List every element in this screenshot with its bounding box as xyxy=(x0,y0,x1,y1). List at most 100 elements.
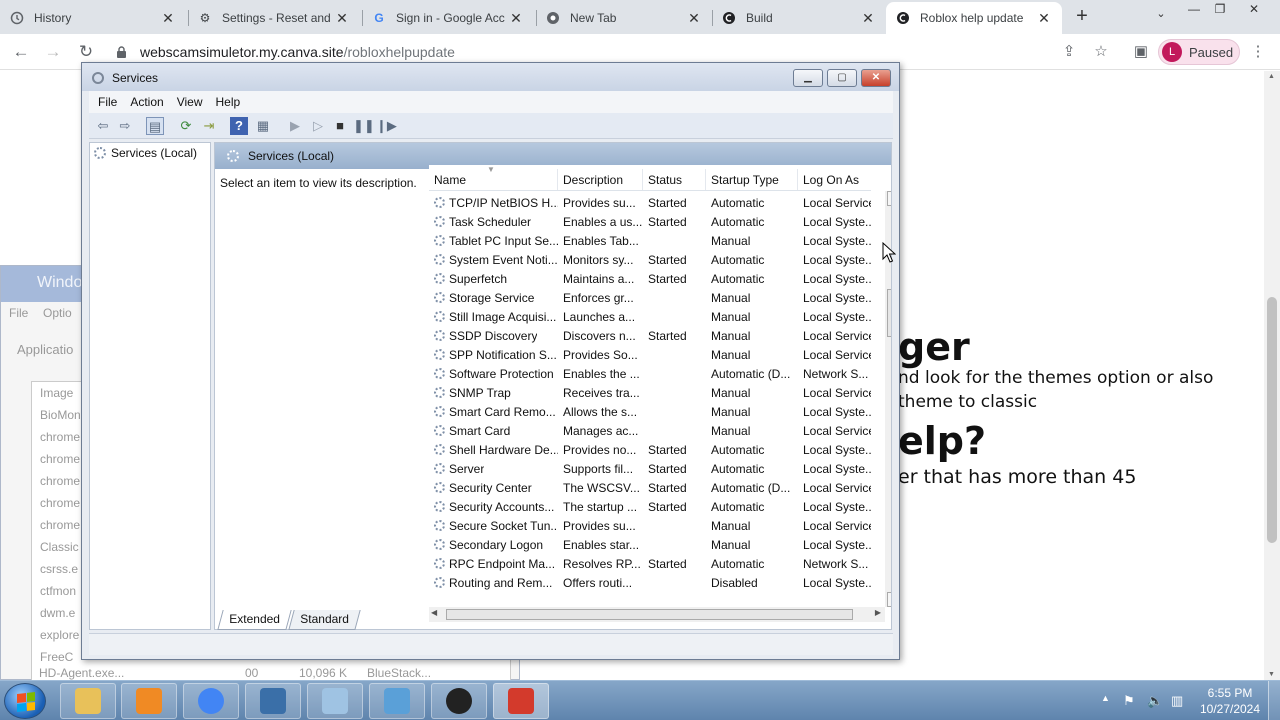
column-startup-type[interactable]: Startup Type xyxy=(706,169,798,190)
service-row[interactable]: Smart Card Manages ac... Manual Local Servi… xyxy=(429,421,871,440)
service-row[interactable]: Software Protection Enables the ... Automa… xyxy=(429,364,871,383)
close-tab-icon[interactable]: ✕ xyxy=(686,10,702,27)
menu-action[interactable]: Action xyxy=(130,95,163,109)
service-row[interactable]: SSDP Discovery Discovers n... Started Manua… xyxy=(429,326,871,345)
service-row[interactable]: SPP Notification S... Provides So... Manua… xyxy=(429,345,871,364)
show-desktop-button[interactable] xyxy=(1268,681,1280,720)
taskbar-obs-button[interactable] xyxy=(431,683,487,719)
tree-node-services-local[interactable]: Services (Local) xyxy=(94,146,197,160)
service-row[interactable]: SNMP Trap Receives tra... Manual Local Serv… xyxy=(429,383,871,402)
service-row[interactable]: Secondary Logon Enables star... Manual Loca… xyxy=(429,535,871,554)
more-menu-icon[interactable]: ⋮ xyxy=(1248,42,1268,62)
ghost-item: chrome xyxy=(40,496,81,510)
tab-standard[interactable]: Standard xyxy=(288,610,361,630)
window-restore-icon[interactable]: ❐ xyxy=(1207,2,1233,20)
taskbar-toolbox-button[interactable] xyxy=(493,683,549,719)
window-close-icon[interactable]: ✕ xyxy=(1241,2,1267,20)
service-row[interactable]: Task Scheduler Enables a us... Started Auto… xyxy=(429,212,871,231)
forward-icon[interactable]: → xyxy=(42,41,64,63)
show-hide-tree-icon[interactable]: ▤ xyxy=(146,117,164,135)
service-row[interactable]: Server Supports fil... Started Automatic Loc… xyxy=(429,459,871,478)
close-button[interactable]: ✕ xyxy=(861,69,891,87)
service-status: Started xyxy=(648,214,687,229)
column-status[interactable]: Status xyxy=(643,169,706,190)
tab-build[interactable]: Build ✕ xyxy=(712,2,886,34)
service-row[interactable]: Still Image Acquisi... Launches a... Manua… xyxy=(429,307,871,326)
services-title-bar[interactable]: Services ▁ ▢ ✕ xyxy=(82,63,899,91)
service-gear-icon xyxy=(434,292,445,303)
start-service-icon[interactable]: ▶ xyxy=(286,117,304,135)
help-icon[interactable]: ? xyxy=(230,117,248,135)
service-row[interactable]: TCP/IP NetBIOS H... Provides su... Started… xyxy=(429,193,871,212)
tab-settings[interactable]: ⚙ Settings - Reset and ✕ xyxy=(188,2,360,34)
scrollbar-thumb[interactable] xyxy=(1267,297,1277,543)
column-log-on-as[interactable]: Log On As xyxy=(798,169,871,190)
taskbar-chrome-button[interactable] xyxy=(183,683,239,719)
network-icon[interactable]: ▥ xyxy=(1171,693,1183,709)
pause-service-icon[interactable]: ❚❚ xyxy=(353,117,375,135)
side-panel-icon[interactable]: ▣ xyxy=(1131,42,1151,62)
maximize-button[interactable]: ▢ xyxy=(827,69,857,87)
close-tab-icon[interactable]: ✕ xyxy=(860,10,876,27)
stop-service-icon[interactable]: ■ xyxy=(331,117,349,135)
scroll-up-icon[interactable]: ▲ xyxy=(887,191,891,206)
ghost-item: FreeC xyxy=(40,650,74,664)
menu-help[interactable]: Help xyxy=(216,95,241,109)
tab-extended[interactable]: Extended xyxy=(217,610,292,630)
tab-search-icon[interactable]: ⌄ xyxy=(1150,7,1172,27)
service-row[interactable]: Security Center The WSCSV... Started Automa… xyxy=(429,478,871,497)
restart-service-icon[interactable]: ❙▶ xyxy=(376,117,397,135)
close-tab-icon[interactable]: ✕ xyxy=(334,10,350,27)
refresh-icon[interactable]: ⟳ xyxy=(177,117,195,135)
service-row[interactable]: Security Accounts... The startup ... Start… xyxy=(429,497,871,516)
start-button[interactable] xyxy=(4,683,46,719)
taskbar-notepad-button[interactable] xyxy=(307,683,363,719)
service-name-cell: Routing and Rem... xyxy=(429,576,558,590)
page-scrollbar[interactable]: ▲ ▼ xyxy=(1264,71,1280,680)
back-arrow-icon[interactable]: ⇦ xyxy=(94,117,112,135)
start-service-alt-icon[interactable]: ▷ xyxy=(309,117,327,135)
profile-button[interactable]: L Paused xyxy=(1158,39,1240,65)
taskbar-remote-desktop-button[interactable] xyxy=(245,683,301,719)
service-name-cell: Security Center xyxy=(429,481,558,495)
clock[interactable]: 6:55 PM 10/27/2024 xyxy=(1195,685,1265,717)
column-description[interactable]: Description xyxy=(558,169,643,190)
volume-icon[interactable]: 🔈 xyxy=(1147,693,1163,709)
close-tab-icon[interactable]: ✕ xyxy=(1036,10,1052,27)
service-row[interactable]: Shell Hardware De... Provides no... Starte… xyxy=(429,440,871,459)
service-row[interactable]: RPC Endpoint Ma... Resolves RP... Started A… xyxy=(429,554,871,573)
taskbar-media-player-button[interactable] xyxy=(121,683,177,719)
forward-arrow-icon[interactable]: ⇨ xyxy=(116,117,134,135)
new-tab-button[interactable]: + xyxy=(1070,6,1094,28)
column-name[interactable]: Name ▼ xyxy=(429,165,558,190)
bookmark-star-icon[interactable]: ☆ xyxy=(1091,42,1111,62)
menu-view[interactable]: View xyxy=(177,95,203,109)
window-minimize-icon[interactable]: — xyxy=(1181,2,1207,20)
properties-icon[interactable]: ▦ xyxy=(254,117,272,135)
action-center-icon[interactable]: ⚑ xyxy=(1123,693,1135,709)
service-row[interactable]: Smart Card Remo... Allows the s... Manual L… xyxy=(429,402,871,421)
service-row[interactable]: Routing and Rem... Offers routi... Disable… xyxy=(429,573,871,592)
menu-file[interactable]: File xyxy=(98,95,117,109)
close-tab-icon[interactable]: ✕ xyxy=(160,10,176,27)
service-row[interactable]: Superfetch Maintains a... Started Automatic… xyxy=(429,269,871,288)
minimize-button[interactable]: ▁ xyxy=(793,69,823,87)
tab-history[interactable]: History ✕ xyxy=(0,2,186,34)
service-row[interactable]: Secure Socket Tun... Provides su... Manual… xyxy=(429,516,871,535)
tab-roblox-help[interactable]: Roblox help update ✕ xyxy=(886,2,1062,34)
tab-google-sign-in[interactable]: G Sign in - Google Acc ✕ xyxy=(362,2,534,34)
taskbar-mail-button[interactable] xyxy=(369,683,425,719)
reload-icon[interactable]: ↻ xyxy=(75,41,97,63)
show-hidden-icons-icon[interactable]: ▲ xyxy=(1101,693,1110,703)
scroll-down-icon[interactable]: ▼ xyxy=(887,592,891,607)
scrollbar-thumb[interactable] xyxy=(887,289,891,337)
tab-new-tab[interactable]: New Tab ✕ xyxy=(536,2,712,34)
service-row[interactable]: Storage Service Enforces gr... Manual Local… xyxy=(429,288,871,307)
close-tab-icon[interactable]: ✕ xyxy=(508,10,524,27)
service-row[interactable]: System Event Noti... Monitors sy... Starte… xyxy=(429,250,871,269)
back-icon[interactable]: ← xyxy=(10,41,32,63)
share-icon[interactable]: ⇪ xyxy=(1059,42,1079,62)
taskbar-explorer-button[interactable] xyxy=(60,683,116,719)
export-list-icon[interactable]: ⇥ xyxy=(200,117,218,135)
service-row[interactable]: Tablet PC Input Se... Enables Tab... Manua… xyxy=(429,231,871,250)
